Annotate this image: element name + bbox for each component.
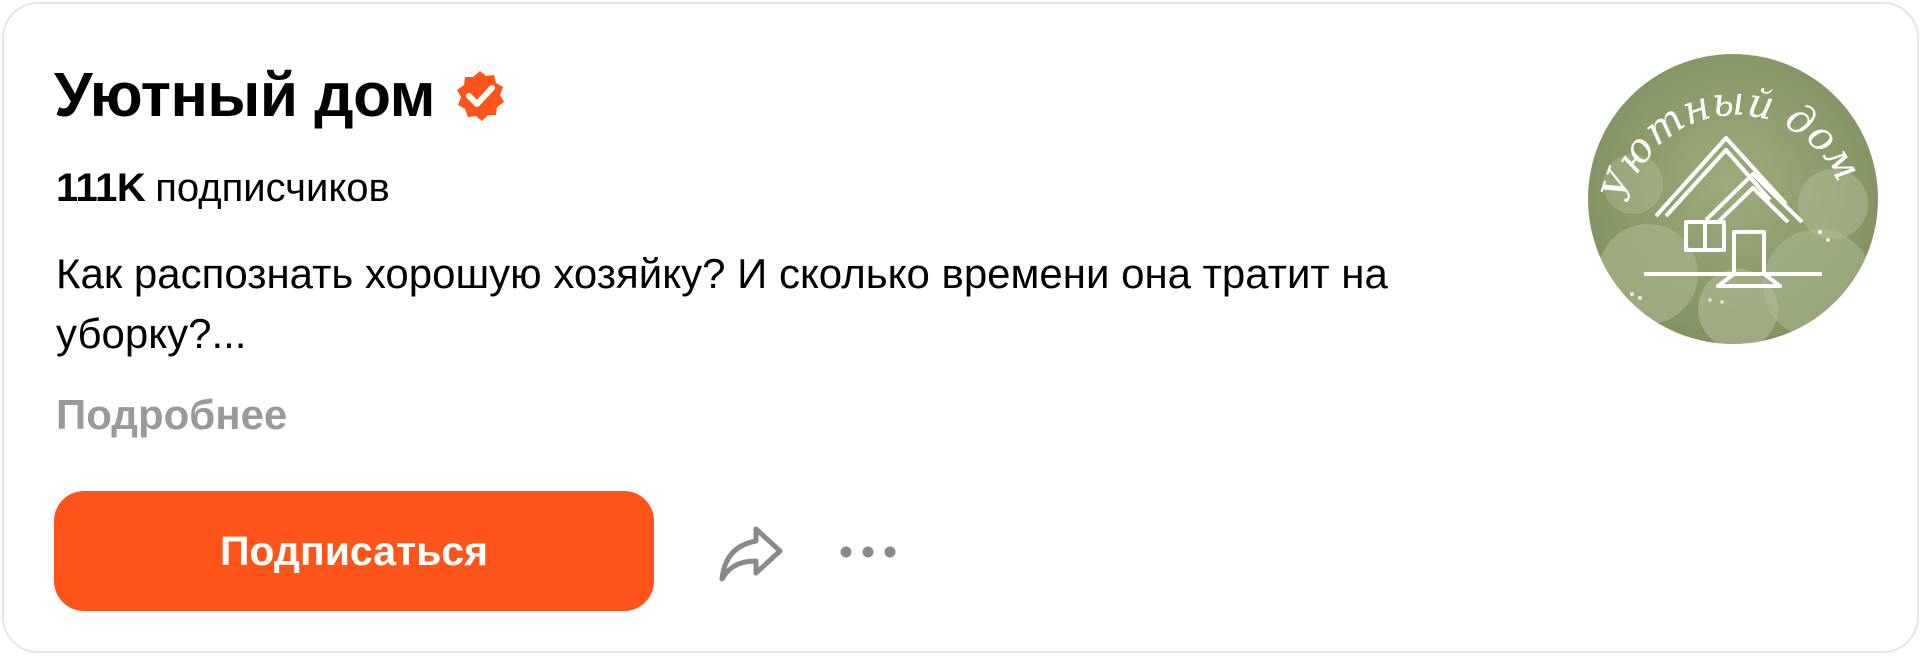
subscribe-button[interactable]: Подписаться [54,491,654,611]
subscribers-count: 111K [56,166,146,210]
subscribers-info: 111K подписчиков [56,162,390,214]
verified-check-icon [453,69,507,123]
channel-name[interactable]: Уютный дом [54,60,436,132]
channel-description: Как распознать хорошую хозяйку? И скольк… [56,250,1388,357]
channel-title-row: Уютный дом [54,60,507,132]
more-link[interactable]: Подробнее [56,387,287,443]
more-options-button[interactable] [836,534,900,570]
share-arrow-icon [719,526,783,582]
channel-avatar[interactable]: Уютный дом [1588,54,1878,344]
subscribers-label: подписчиков [155,166,390,210]
channel-card: Уютный дом 111K подписчиков Как распознат… [2,2,1919,653]
share-button[interactable] [714,519,788,587]
more-horizontal-icon [840,546,896,558]
